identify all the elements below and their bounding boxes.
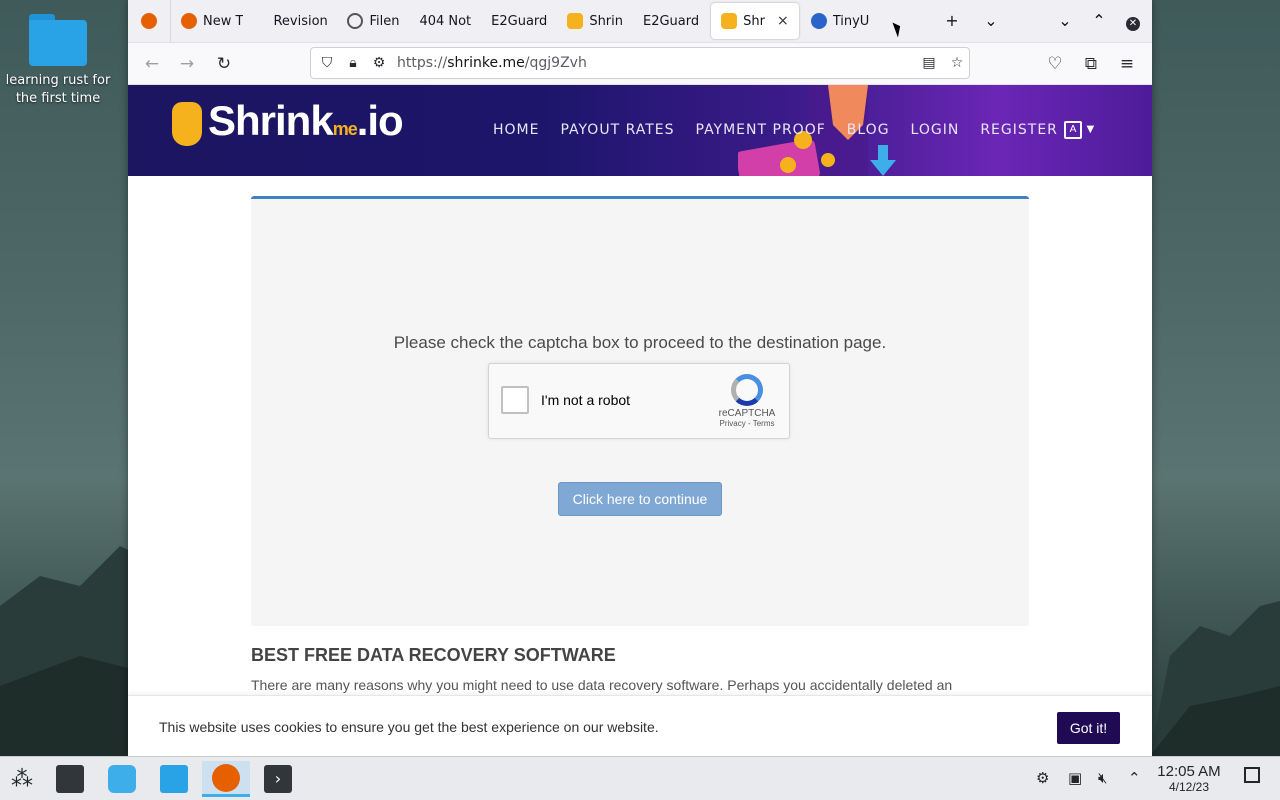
recaptcha-brand: reCAPTCHA	[718, 408, 776, 419]
tab-shrinkme-1[interactable]: Shrin	[557, 0, 633, 43]
nav-payout-rates[interactable]: PAYOUT RATES	[560, 122, 674, 138]
tab-e2guardian-1[interactable]: E2Guard	[481, 0, 557, 43]
continue-button[interactable]: Click here to continue	[558, 482, 722, 516]
recaptcha-checkbox[interactable]	[501, 386, 529, 414]
firefox-icon	[141, 13, 157, 29]
nav-register[interactable]: REGISTER	[980, 122, 1058, 138]
nav-login[interactable]: LOGIN	[911, 122, 960, 138]
translate-icon: A	[1064, 121, 1082, 139]
volume-muted-icon[interactable]: 🔇︎	[1098, 769, 1107, 787]
clipboard-icon[interactable]: ▣	[1068, 769, 1082, 787]
file-manager-icon[interactable]	[152, 761, 196, 797]
shrinkme-hand-icon	[721, 13, 738, 29]
app-launcher-icon[interactable]: ⁂	[0, 761, 44, 797]
new-tab-plus-icon[interactable]: +	[941, 11, 963, 30]
minimize-icon[interactable]: ⌄	[1054, 11, 1076, 30]
captcha-panel: Please check the captcha box to proceed …	[251, 196, 1029, 626]
article-body: There are many reasons why you might nee…	[251, 677, 953, 693]
tab-bar: New T Revision Filen 404 Not E2Guard Shr…	[128, 0, 1152, 43]
recaptcha-logo: reCAPTCHA Privacy - Terms	[717, 374, 777, 428]
globe-icon	[347, 13, 364, 29]
browser-window: New T Revision Filen 404 Not E2Guard Shr…	[128, 0, 1152, 756]
cookie-text: This website uses cookies to ensure you …	[159, 719, 659, 735]
clock-date: 4/12/23	[1168, 780, 1210, 794]
folder-icon	[29, 14, 87, 66]
tab-title: New T	[203, 13, 244, 29]
web-page: Shrinkme.io HOME PAYOUT RATES PAYMENT PR…	[128, 85, 1152, 756]
clock-time: 12:05 AM	[1157, 763, 1221, 780]
terminal-icon[interactable]: ›	[256, 761, 300, 797]
tab-new-tab[interactable]: New T	[171, 0, 253, 43]
language-selector[interactable]: A ▼	[1064, 120, 1094, 139]
permissions-icon[interactable]: ⚙	[369, 55, 389, 71]
taskbar: ⁂ › ⚙ ▣ 🔇︎ ⌃ 12:05 AM 4/12/23	[0, 756, 1280, 800]
recaptcha-terms-link[interactable]: Privacy - Terms	[717, 419, 777, 428]
tab-title: Filen	[369, 13, 400, 29]
nav-home[interactable]: HOME	[493, 122, 539, 138]
tinyurl-icon	[810, 13, 827, 29]
maximize-icon[interactable]: ⌃	[1088, 11, 1110, 30]
caret-down-icon: ▼	[1086, 124, 1095, 135]
tab-title: E2Guard	[491, 13, 548, 29]
hand-logo-icon	[172, 101, 202, 146]
shield-icon[interactable]: ⛉	[317, 55, 337, 71]
recaptcha-widget: I'm not a robot reCAPTCHA Privacy - Term…	[488, 363, 790, 439]
recaptcha-icon	[731, 374, 763, 406]
nav-payment-proof[interactable]: PAYMENT PROOF	[696, 122, 826, 138]
captcha-message: Please check the captcha box to proceed …	[393, 333, 887, 352]
desktop-folder-label: learning rust for the first time	[5, 73, 111, 106]
tray-expand-chevron-icon[interactable]: ⌃	[1128, 769, 1141, 787]
clock[interactable]: 12:05 AM 4/12/23	[1148, 763, 1230, 794]
cookie-accept-button[interactable]: Got it!	[1057, 712, 1120, 744]
close-window-icon[interactable]: ✕	[1122, 11, 1144, 31]
menu-hamburger-icon[interactable]: ≡	[1116, 54, 1138, 74]
tab-firefox[interactable]	[128, 0, 170, 43]
tab-tinyurl[interactable]: TinyU	[801, 0, 880, 43]
nav-blog[interactable]: BLOG	[847, 122, 890, 138]
pocket-icon[interactable]: ♡	[1044, 54, 1066, 74]
tab-e2guardian-2[interactable]: E2Guard	[633, 0, 709, 43]
firefox-taskbar-icon[interactable]	[202, 761, 250, 797]
extensions-puzzle-icon[interactable]: ⧉	[1080, 54, 1102, 74]
tab-404[interactable]: 404 Not	[409, 0, 481, 43]
back-arrow-icon[interactable]: ←	[141, 54, 163, 74]
close-tab-icon[interactable]: ×	[777, 13, 789, 29]
discover-store-icon[interactable]	[100, 761, 144, 797]
tab-title: TinyU	[832, 13, 870, 29]
network-icon[interactable]: ⚙	[1036, 769, 1049, 787]
tab-title: Revision	[273, 13, 328, 29]
reload-icon[interactable]: ↻	[213, 54, 235, 74]
shrinkme-hand-icon	[567, 13, 584, 29]
system-settings-icon[interactable]	[48, 761, 92, 797]
url-bar[interactable]: ⛉ 🔒︎ ⚙ https://shrinke.me/qgj9Zvh ▤ ☆	[310, 47, 970, 79]
cookie-banner: This website uses cookies to ensure you …	[128, 695, 1152, 756]
tab-filen[interactable]: Filen	[337, 0, 409, 43]
tab-revision[interactable]: Revision	[253, 0, 337, 43]
reader-view-icon[interactable]: ▤	[919, 55, 939, 71]
article-title: BEST FREE DATA RECOVERY SOFTWARE	[251, 645, 616, 665]
tab-list-chevron-icon[interactable]: ⌄	[980, 11, 1002, 30]
tab-title: E2Guard	[643, 13, 700, 29]
tab-title: 404 Not	[419, 13, 472, 29]
show-desktop-icon[interactable]	[1244, 767, 1260, 787]
desktop-folder-icon[interactable]: learning rust for the first time	[4, 10, 112, 108]
shrinkme-logo[interactable]: Shrinkme.io	[172, 97, 404, 146]
tab-title: Shr	[743, 13, 765, 29]
lock-icon[interactable]: 🔒︎	[343, 55, 363, 71]
nav-bar: ← → ↻ ⛉ 🔒︎ ⚙ https://shrinke.me/qgj9Zvh …	[128, 43, 1152, 85]
firefox-icon	[181, 13, 197, 29]
site-nav: HOME PAYOUT RATES PAYMENT PROOF BLOG LOG…	[493, 122, 1079, 138]
tab-title: Shrin	[589, 13, 623, 29]
url-text[interactable]: https://shrinke.me/qgj9Zvh	[397, 55, 587, 71]
bookmark-star-icon[interactable]: ☆	[947, 55, 967, 71]
forward-arrow-icon[interactable]: →	[176, 54, 198, 74]
site-header: Shrinkme.io HOME PAYOUT RATES PAYMENT PR…	[128, 85, 1152, 176]
recaptcha-label: I'm not a robot	[541, 392, 631, 408]
tab-shrinkme-active[interactable]: Shr ×	[711, 3, 799, 39]
